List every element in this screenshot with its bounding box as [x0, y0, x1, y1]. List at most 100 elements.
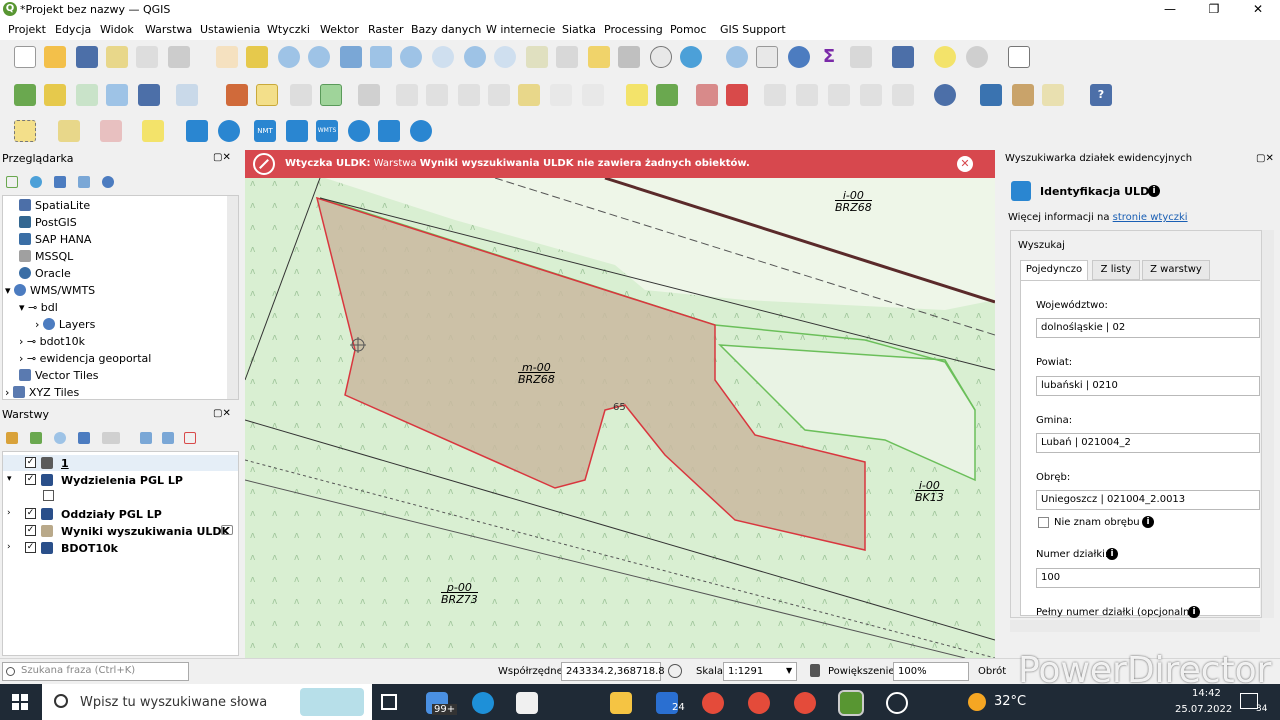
layer-checkbox[interactable]: ✓	[25, 474, 36, 485]
save-edits-icon[interactable]	[290, 84, 312, 106]
bookmarks-manager-icon[interactable]	[618, 46, 640, 68]
diagram-icon[interactable]	[860, 84, 882, 106]
style-icon[interactable]	[6, 432, 18, 444]
data-source-manager-icon[interactable]	[14, 84, 36, 106]
map-tips-icon[interactable]	[892, 46, 914, 68]
store-icon[interactable]	[516, 692, 538, 714]
tree-item-spatialite[interactable]: SpatiaLite	[19, 199, 90, 212]
change-label-icon[interactable]	[828, 84, 850, 106]
new-print-layout-icon[interactable]	[106, 46, 128, 68]
restore-button[interactable]: ❐	[1192, 0, 1236, 20]
mouse-icon[interactable]	[668, 664, 682, 678]
layer-name-bdot10k[interactable]: BDOT10k	[61, 542, 118, 555]
expand-arrow-icon[interactable]: ›	[7, 542, 11, 552]
identify-icon[interactable]	[726, 46, 748, 68]
minimize-button[interactable]: —	[1148, 0, 1192, 20]
cut-icon[interactable]	[458, 84, 480, 106]
menu-siatka[interactable]: Siatka	[562, 23, 596, 36]
panel-vertical-scrollbar[interactable]	[1262, 230, 1274, 618]
close-message-button[interactable]: ✕	[957, 156, 973, 172]
nie-znam-obrebu-checkbox[interactable]	[1038, 517, 1049, 528]
new-project-icon[interactable]	[14, 46, 36, 68]
layer-checkbox[interactable]: ✓	[25, 525, 36, 536]
tree-item-oracle[interactable]: Oracle	[19, 267, 71, 280]
menu-pomoc[interactable]: Pomoc	[670, 23, 706, 36]
gis-support-icon[interactable]	[410, 120, 432, 142]
tab-z-listy[interactable]: Z listy	[1092, 260, 1140, 280]
zoom-out-icon[interactable]	[308, 46, 330, 68]
layer-checkbox[interactable]: ✓	[25, 508, 36, 519]
select-all-icon[interactable]	[142, 120, 164, 142]
label-style-icon[interactable]	[656, 84, 678, 106]
edit-pencil-icon[interactable]	[226, 84, 248, 106]
coordinate-field[interactable]: 243334.2,368718.8	[561, 662, 665, 681]
wmts-icon[interactable]: WMTS	[316, 120, 338, 142]
redo-icon[interactable]	[582, 84, 604, 106]
chrome-icon[interactable]	[702, 692, 724, 714]
tree-item-sap-hana[interactable]: SAP HANA	[19, 233, 91, 246]
magnifier-spinbox[interactable]: 100%	[893, 662, 969, 681]
plugin-tool-icon[interactable]	[1012, 84, 1034, 106]
add-feature-icon[interactable]	[320, 84, 342, 106]
tree-item-postgis[interactable]: PostGIS	[19, 216, 77, 229]
globe-plugin-icon[interactable]	[934, 84, 956, 106]
expression-filter-icon[interactable]	[102, 432, 120, 444]
tree-item-mssql[interactable]: MSSQL	[19, 250, 73, 263]
save-project-icon[interactable]	[76, 46, 98, 68]
shield-icon[interactable]	[378, 120, 400, 142]
tree-item-vector-tiles[interactable]: Vector Tiles	[19, 369, 99, 382]
zoom-last-icon[interactable]	[464, 46, 486, 68]
info-icon[interactable]	[102, 176, 114, 188]
settings-gear-icon[interactable]	[788, 46, 810, 68]
nmt-icon[interactable]: NMT	[254, 120, 276, 142]
undo-icon[interactable]	[550, 84, 572, 106]
info-icon[interactable]: i	[1106, 548, 1118, 560]
tree-item-layers[interactable]: › Layers	[35, 318, 95, 331]
vertex-tool-icon[interactable]	[358, 84, 380, 106]
expand-arrow-icon[interactable]: ▾	[7, 474, 12, 484]
menu-edycja[interactable]: Edycja	[55, 23, 91, 36]
numer-dzialki-input[interactable]: 100	[1036, 568, 1260, 588]
callout-icon[interactable]	[892, 84, 914, 106]
pan-to-selection-icon[interactable]	[246, 46, 268, 68]
tree-item-xyz[interactable]: › XYZ Tiles	[5, 386, 79, 399]
panel-horizontal-scrollbar[interactable]	[1010, 620, 1260, 632]
powiat-select[interactable]: lubański | 0210	[1036, 376, 1260, 396]
info-icon[interactable]: i	[1148, 185, 1160, 197]
tree-item-wms[interactable]: ▾ WMS/WMTS	[5, 284, 95, 297]
browser-scrollbar[interactable]	[227, 196, 238, 399]
add-virtual-layer-icon[interactable]	[176, 84, 198, 106]
zoom-next-icon[interactable]	[494, 46, 516, 68]
label-tool-icon[interactable]	[626, 84, 648, 106]
toggle-editing-icon[interactable]	[256, 84, 278, 106]
gmina-select[interactable]: Lubań | 021004_2	[1036, 433, 1260, 453]
layer-name-wydzielenia[interactable]: Wydzielenia PGL LP	[61, 474, 183, 487]
lock-icon[interactable]	[810, 664, 820, 677]
delete-feature-icon[interactable]	[426, 84, 448, 106]
add-wms-icon[interactable]	[138, 84, 160, 106]
layout-manager-icon[interactable]	[136, 46, 158, 68]
menu-wektor[interactable]: Wektor	[320, 23, 359, 36]
globe-grid-icon[interactable]	[348, 120, 370, 142]
chrome-profile-icon[interactable]	[748, 692, 770, 714]
obreb-select[interactable]: Uniegoszcz | 021004_2.0013	[1036, 490, 1260, 510]
menu-wtyczki[interactable]: Wtyczki	[267, 23, 310, 36]
tab-z-warstwy[interactable]: Z warstwy	[1142, 260, 1210, 280]
menu-bazy-danych[interactable]: Bazy danych	[411, 23, 481, 36]
menu-gis-support[interactable]: GIS Support	[720, 23, 786, 36]
zoom-native-icon[interactable]	[432, 46, 454, 68]
panel-float-icon[interactable]: ▢✕	[213, 408, 231, 419]
add-vector-icon[interactable]	[76, 84, 98, 106]
add-group-icon[interactable]	[30, 432, 42, 444]
open-project-icon[interactable]	[44, 46, 66, 68]
cube-icon[interactable]	[286, 120, 308, 142]
wojewodztwo-select[interactable]: dolnośląskie | 02	[1036, 318, 1260, 338]
show-hide-labels-icon[interactable]	[726, 84, 748, 106]
temporal-controller-icon[interactable]	[650, 46, 672, 68]
python-console-icon[interactable]	[980, 84, 1002, 106]
tree-item-ewidencja[interactable]: › ⊸ ewidencja geoportal	[19, 352, 151, 365]
clock-app-icon[interactable]	[886, 692, 908, 714]
chrome-profile2-icon[interactable]	[794, 692, 816, 714]
remove-layer-icon[interactable]	[184, 432, 196, 444]
layer-name-oddzialy[interactable]: Oddziały PGL LP	[61, 508, 162, 521]
